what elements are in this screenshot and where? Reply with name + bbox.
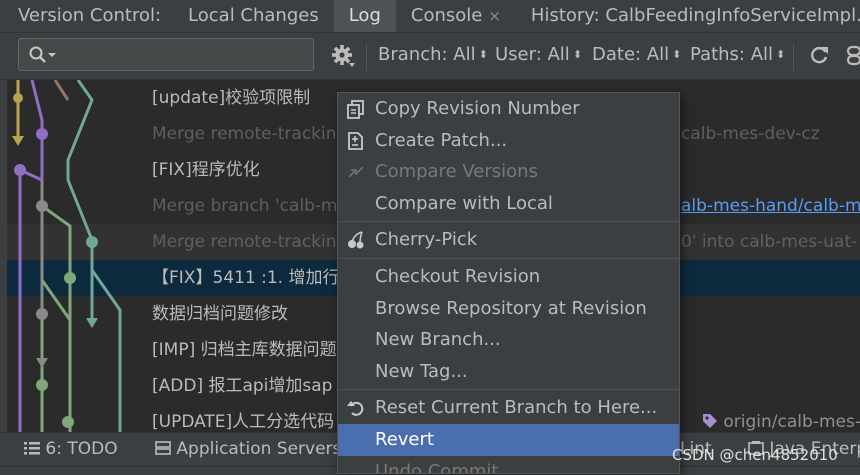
commit-message[interactable]: [update]校验项限制 — [152, 80, 310, 116]
search-input[interactable] — [18, 38, 314, 71]
ref-label-text: origin/calb-mes- — [723, 412, 860, 432]
menu-item-label: Browse Repository at Revision — [375, 297, 647, 319]
commit-message[interactable]: [FIX]程序优化 — [152, 152, 260, 188]
menu-item-label: Revert — [375, 428, 434, 450]
commit-message[interactable]: [UPDATE]人工分选代码 — [152, 404, 334, 432]
tab-local-changes[interactable]: Local Changes — [173, 0, 334, 32]
tag-icon — [703, 414, 717, 428]
menu-item-label: Create Patch... — [375, 129, 508, 151]
todo-button[interactable]: 6: TODO — [24, 439, 118, 459]
close-icon[interactable]: × — [488, 7, 501, 25]
menu-item-new-branch[interactable]: New Branch... — [338, 324, 679, 356]
tab-version-control-title: Version Control: — [18, 5, 162, 26]
commit-message[interactable]: 数据归档问题修改 — [152, 296, 288, 332]
menu-item-new-tag[interactable]: New Tag... — [338, 356, 679, 388]
log-toolbar: Branch: All ⬍ User: All ⬍ Date: All ⬍ Paths… — [0, 33, 860, 80]
tab-console-label: Console — [410, 5, 483, 26]
branch-graph — [12, 80, 122, 432]
tool-window-tabs: Version Control: Local Changes Log Conso… — [0, 0, 860, 33]
user-filter[interactable]: User: All ⬍ — [495, 44, 582, 65]
menu-item-label: Reset Current Branch to Here... — [375, 397, 658, 419]
chevron-updown-icon: ⬍ — [776, 48, 786, 61]
chevron-updown-icon: ⬍ — [572, 48, 583, 61]
menu-item-label: Copy Revision Number — [375, 98, 580, 119]
refresh-icon[interactable] — [808, 44, 830, 66]
commit-message[interactable]: Merge branch 'calb-m — [152, 188, 338, 224]
menu-item-revert[interactable]: Revert — [338, 423, 679, 456]
tab-log[interactable]: Log — [333, 0, 396, 32]
menu-item-create-patch[interactable]: Create Patch... — [338, 125, 679, 157]
menu-item-label: Undo Commit — [375, 460, 499, 474]
menu-item-label: Compare with Local — [375, 192, 553, 214]
menu-item-copy-revision-number[interactable]: Copy Revision Number — [338, 93, 679, 125]
commit-message[interactable]: [IMP] 归档主库数据问题 — [152, 332, 337, 368]
menu-item-label: New Tag... — [375, 360, 468, 382]
chevron-updown-icon: ⬍ — [478, 48, 488, 61]
watermark-text: CSDN @chen4852010 — [672, 446, 838, 464]
toolbar-separator — [793, 43, 794, 71]
application-servers-button[interactable]: Application Servers — [155, 439, 341, 459]
chevron-updown-icon: ⬍ — [672, 48, 682, 61]
date-filter-label: Date: All — [592, 44, 670, 65]
menu-item-browse-repository[interactable]: Browse Repository at Revision — [338, 293, 679, 325]
menu-item-cherry-pick[interactable]: Cherry-Pick — [338, 224, 679, 256]
gutter-strip — [0, 80, 7, 432]
reset-icon — [347, 401, 364, 417]
list-icon — [24, 442, 40, 455]
link-icon[interactable] — [846, 44, 860, 66]
commit-message[interactable]: [ADD] 报工api增加sap — [152, 368, 332, 404]
menu-separator — [338, 221, 679, 223]
menu-item-reset-current-branch[interactable]: Reset Current Branch to Here... — [338, 392, 679, 424]
search-icon[interactable] — [28, 46, 62, 64]
menu-item-label: Cherry-Pick — [375, 229, 478, 251]
branch-filter-label: Branch: All — [378, 44, 476, 65]
menu-item-compare-with-local[interactable]: Compare with Local — [338, 188, 679, 220]
date-filter[interactable]: Date: All ⬍ — [592, 44, 681, 65]
toolbar-separator — [366, 43, 367, 71]
commit-message[interactable]: Merge remote-trackin — [152, 224, 337, 260]
tab-console[interactable]: Console × — [396, 0, 516, 32]
patch-icon — [348, 131, 363, 150]
copy-icon — [347, 100, 364, 119]
commit-message[interactable]: Merge remote-trackin — [152, 116, 337, 152]
tab-history[interactable]: History: CalbFeedingInfoServiceImpl.ja — [516, 0, 860, 32]
compare-arrows-icon — [348, 166, 364, 178]
paths-filter-label: Paths: All — [690, 44, 774, 65]
menu-item-label: New Branch... — [375, 329, 501, 351]
menu-separator — [338, 389, 679, 391]
server-icon — [155, 441, 171, 455]
menu-separator — [338, 257, 679, 259]
branch-filter[interactable]: Branch: All ⬍ — [378, 44, 488, 65]
menu-item-label: Compare Versions — [375, 161, 538, 183]
commit-message-link[interactable]: alb-mes-hand/calb-m — [681, 188, 860, 224]
menu-item-undo-commit: Undo Commit — [338, 456, 679, 474]
commit-message-tail: 0' into calb-mes-uat- — [681, 232, 858, 252]
paths-filter[interactable]: Paths: All ⬍ — [690, 44, 785, 65]
menu-item-label: Checkout Revision — [375, 265, 541, 287]
user-filter-label: User: All — [495, 44, 570, 65]
menu-item-checkout-revision[interactable]: Checkout Revision — [338, 261, 679, 293]
menu-item-compare-versions: Compare Versions — [338, 156, 679, 188]
todo-label: 6: TODO — [45, 439, 118, 459]
gear-icon[interactable] — [331, 44, 355, 68]
commit-message-tail: calb-mes-dev-cz — [681, 124, 820, 144]
application-servers-label: Application Servers — [176, 439, 342, 459]
commit-message[interactable]: 【FIX】5411 :1. 增加行 — [152, 260, 339, 296]
context-menu: Copy Revision Number Create Patch... Com… — [337, 92, 680, 474]
branch-ref-label: origin/calb-mes- — [702, 412, 860, 432]
cherry-icon — [348, 231, 364, 249]
